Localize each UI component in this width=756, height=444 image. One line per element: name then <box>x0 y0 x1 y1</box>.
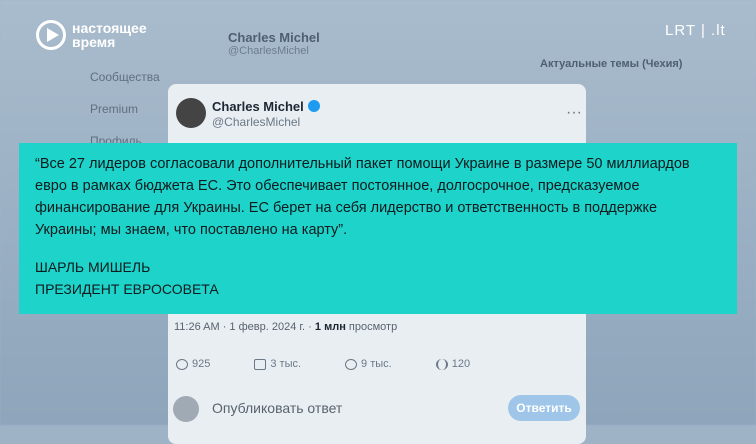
like-icon <box>345 358 358 370</box>
tweet-timestamp: 11:26 AM · 1 февр. 2024 г. · 1 млн просм… <box>174 321 398 333</box>
speaker-title: Президент Евросовета <box>35 281 219 297</box>
tweet-author[interactable]: Charles Michel <box>212 99 320 114</box>
tweet-stats: 925 3 тыс. 9 тыс. 120 <box>176 358 470 370</box>
like-stat[interactable]: 9 тыс. <box>345 358 392 370</box>
profile-handle: @CharlesMichel <box>228 45 309 57</box>
reply-stat[interactable]: 925 <box>176 358 210 370</box>
logo-text-top: настоящее <box>72 20 147 36</box>
tweet-handle[interactable]: @CharlesMichel <box>212 115 300 129</box>
sidebar-item-communities[interactable]: Сообщества <box>90 70 160 84</box>
profile-header: Charles Michel @CharlesMichel <box>228 30 320 57</box>
retweet-icon <box>254 358 267 370</box>
reply-icon <box>176 358 188 370</box>
play-logo-icon <box>36 20 66 50</box>
retweet-stat[interactable]: 3 тыс. <box>254 358 301 370</box>
more-options-icon[interactable]: ··· <box>566 104 582 122</box>
broadcaster-logo: LRT | .lt <box>665 22 726 39</box>
logo-text-bottom: время <box>72 34 116 50</box>
sidebar-item-premium[interactable]: Premium <box>90 102 160 116</box>
bookmark-stat[interactable]: 120 <box>435 358 470 370</box>
avatar[interactable] <box>176 98 206 128</box>
bookmark-icon <box>435 358 448 370</box>
reply-avatar <box>173 396 199 422</box>
reply-button[interactable]: Ответить <box>508 395 580 421</box>
reply-input[interactable]: Опубликовать ответ <box>212 400 342 416</box>
profile-name: Charles Michel <box>228 30 320 45</box>
verified-icon <box>307 100 320 112</box>
trends-title: Актуальные темы (Чехия) <box>540 58 683 70</box>
speaker-name: Шарль Мишель <box>35 259 151 275</box>
quote-text: “Все 27 лидеров согласовали дополнительн… <box>35 156 690 238</box>
channel-logo: настоящее время <box>36 20 147 50</box>
quote-overlay: “Все 27 лидеров согласовали дополнительн… <box>19 143 737 314</box>
